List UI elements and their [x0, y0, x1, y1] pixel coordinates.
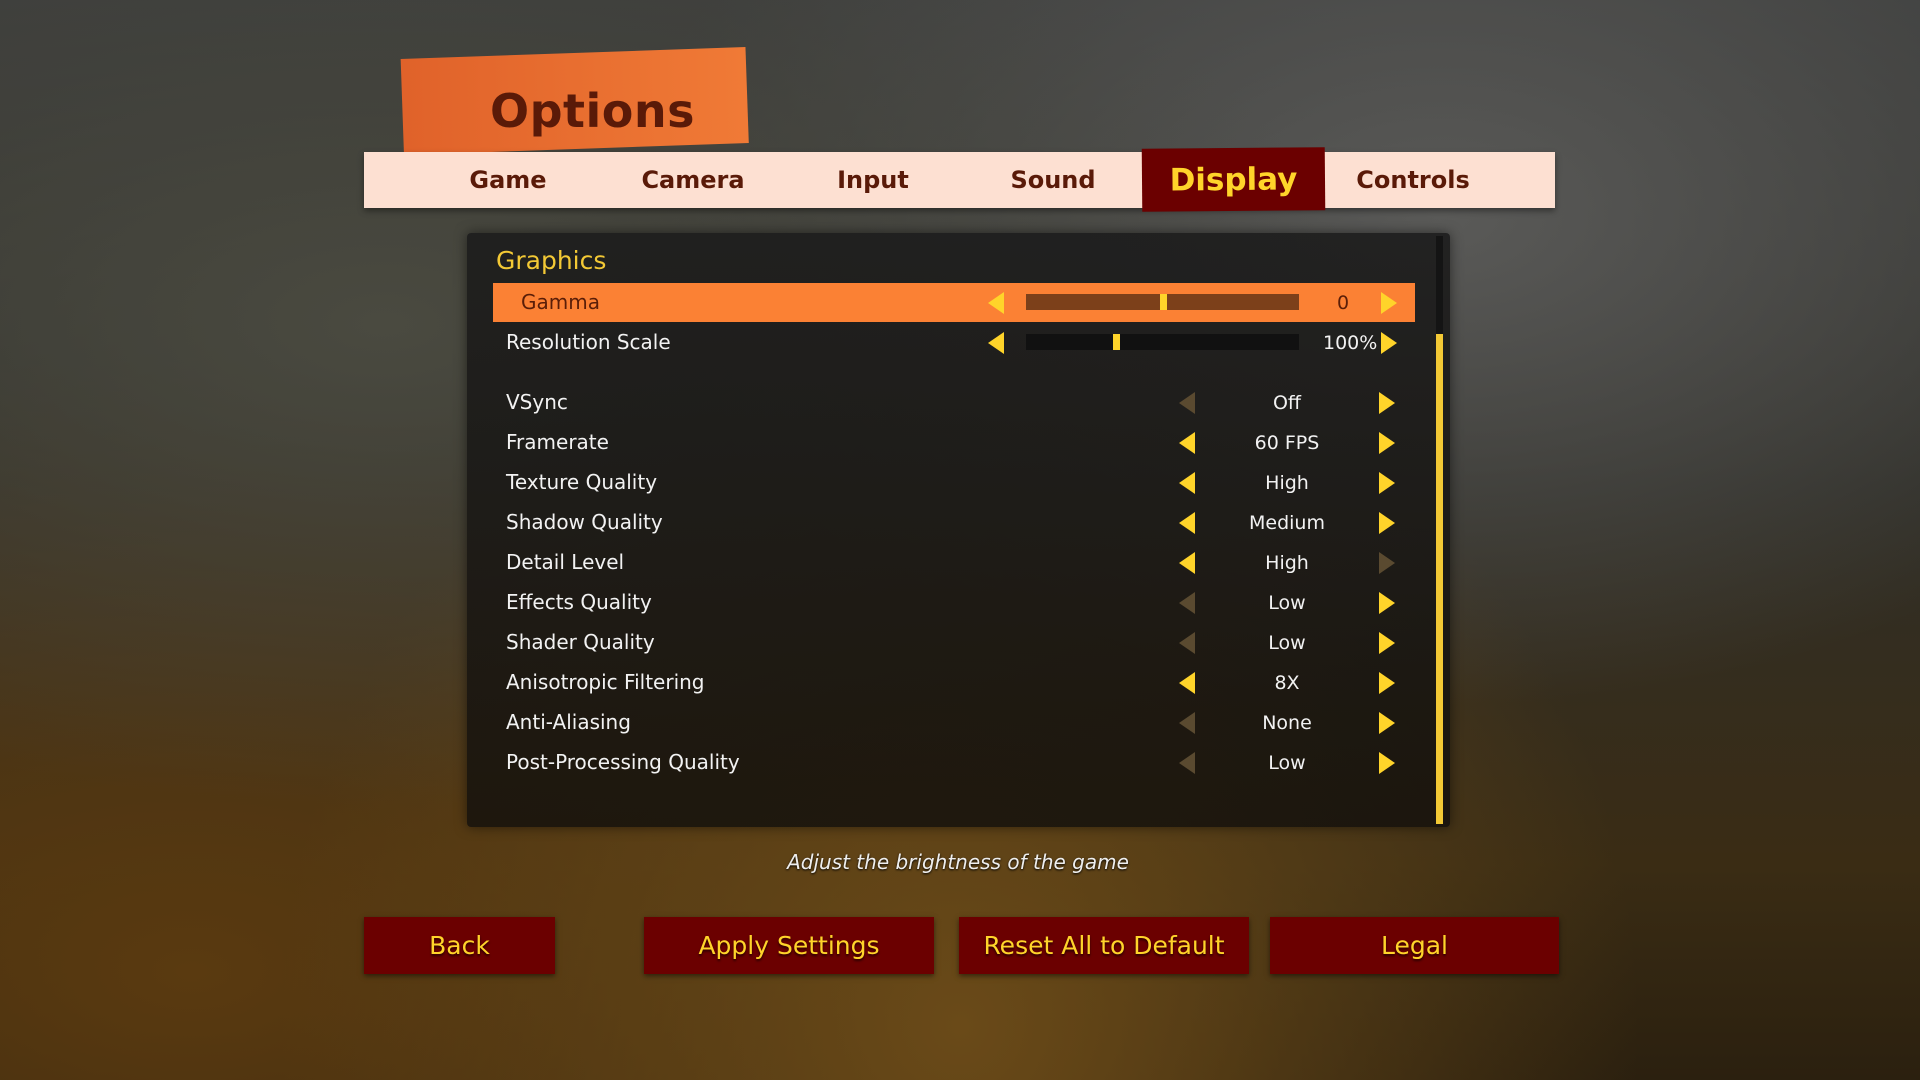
slider-thumb[interactable]: [1159, 294, 1167, 310]
arrow-left-icon[interactable]: [1179, 432, 1195, 454]
setting-value: None: [1262, 712, 1312, 734]
setting-label: Texture Quality: [506, 470, 658, 494]
setting-value: Medium: [1249, 512, 1325, 534]
tab-camera[interactable]: Camera: [628, 152, 758, 208]
setting-row-post-processing-quality[interactable]: Post-Processing Quality Low: [493, 743, 1415, 782]
setting-value: 60 FPS: [1254, 432, 1320, 454]
arrow-right-icon[interactable]: [1379, 632, 1395, 654]
arrow-left-icon[interactable]: [1179, 472, 1195, 494]
setting-row-gamma[interactable]: Gamma 0: [493, 283, 1415, 322]
setting-row-shader-quality[interactable]: Shader Quality Low: [493, 623, 1415, 662]
arrow-right-icon[interactable]: [1379, 432, 1395, 454]
setting-row-anisotropic-filtering[interactable]: Anisotropic Filtering 8X: [493, 663, 1415, 702]
setting-label: Shadow Quality: [506, 510, 663, 534]
arrow-left-icon[interactable]: [1179, 392, 1195, 414]
setting-value: Off: [1272, 392, 1302, 414]
arrow-right-icon[interactable]: [1379, 552, 1395, 574]
arrow-right-icon[interactable]: [1379, 392, 1395, 414]
setting-value: Low: [1268, 752, 1306, 774]
setting-label: Post-Processing Quality: [506, 750, 740, 774]
arrow-left-icon[interactable]: [1179, 512, 1195, 534]
setting-label: Gamma: [521, 290, 600, 314]
arrow-right-icon[interactable]: [1379, 672, 1395, 694]
setting-row-resolution-scale[interactable]: Resolution Scale 100%: [493, 323, 1415, 362]
tab-game[interactable]: Game: [448, 152, 568, 208]
arrow-left-icon[interactable]: [1179, 632, 1195, 654]
arrow-left-icon[interactable]: [1179, 712, 1195, 734]
arrow-right-icon[interactable]: [1379, 512, 1395, 534]
arrow-left-icon[interactable]: [1179, 552, 1195, 574]
setting-row-texture-quality[interactable]: Texture Quality High: [493, 463, 1415, 502]
page-title: Options: [490, 84, 696, 138]
arrow-left-icon[interactable]: [988, 332, 1004, 354]
setting-description: Adjust the brightness of the game: [787, 850, 1129, 874]
arrow-left-icon[interactable]: [988, 292, 1004, 314]
setting-label: Resolution Scale: [506, 330, 671, 354]
arrow-left-icon[interactable]: [1179, 592, 1195, 614]
arrow-right-icon[interactable]: [1379, 752, 1395, 774]
apply-settings-button[interactable]: Apply Settings: [644, 917, 934, 974]
reset-all-button[interactable]: Reset All to Default: [959, 917, 1249, 974]
setting-label: Anti-Aliasing: [506, 710, 631, 734]
setting-row-detail-level[interactable]: Detail Level High: [493, 543, 1415, 582]
setting-value: High: [1265, 472, 1309, 494]
scrollbar-thumb[interactable]: [1436, 334, 1443, 824]
setting-value: High: [1265, 552, 1309, 574]
setting-label: Effects Quality: [506, 590, 652, 614]
setting-label: Shader Quality: [506, 630, 655, 654]
setting-value: Low: [1268, 592, 1306, 614]
setting-label: Anisotropic Filtering: [506, 670, 705, 694]
setting-label: Framerate: [506, 430, 609, 454]
arrow-left-icon[interactable]: [1179, 752, 1195, 774]
setting-label: Detail Level: [506, 550, 625, 574]
tab-display[interactable]: Display: [1141, 147, 1326, 212]
setting-row-framerate[interactable]: Framerate 60 FPS: [493, 423, 1415, 462]
slider-thumb[interactable]: [1113, 334, 1121, 350]
arrow-right-icon[interactable]: [1379, 712, 1395, 734]
arrow-right-icon[interactable]: [1381, 292, 1397, 314]
back-button[interactable]: Back: [364, 917, 555, 974]
setting-row-effects-quality[interactable]: Effects Quality Low: [493, 583, 1415, 622]
legal-button[interactable]: Legal: [1270, 917, 1559, 974]
setting-value: 0: [1336, 292, 1350, 314]
setting-row-shadow-quality[interactable]: Shadow Quality Medium: [493, 503, 1415, 542]
section-heading: Graphics: [496, 246, 607, 275]
slider-track[interactable]: [1026, 334, 1299, 350]
setting-value: Low: [1268, 632, 1306, 654]
setting-label: VSync: [506, 390, 568, 414]
arrow-right-icon[interactable]: [1379, 472, 1395, 494]
slider-track[interactable]: [1026, 294, 1299, 310]
arrow-right-icon[interactable]: [1381, 332, 1397, 354]
setting-value: 8X: [1274, 672, 1300, 694]
arrow-left-icon[interactable]: [1179, 672, 1195, 694]
arrow-right-icon[interactable]: [1379, 592, 1395, 614]
tab-sound[interactable]: Sound: [993, 152, 1113, 208]
setting-value: 100%: [1323, 332, 1378, 354]
setting-row-vsync[interactable]: VSync Off: [493, 383, 1415, 422]
tab-input[interactable]: Input: [813, 152, 933, 208]
setting-row-anti-aliasing[interactable]: Anti-Aliasing None: [493, 703, 1415, 742]
tab-controls[interactable]: Controls: [1343, 152, 1483, 208]
